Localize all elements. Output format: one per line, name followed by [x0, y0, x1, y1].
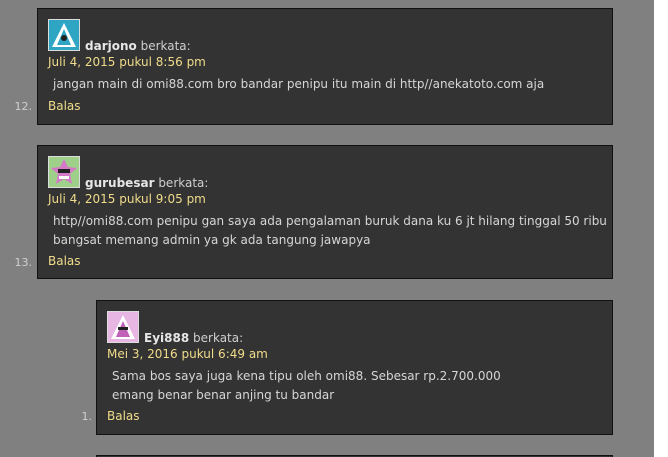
reply-link[interactable]: Balas [48, 254, 81, 268]
says-label: berkata: [158, 176, 209, 190]
comment-author[interactable]: darjono [85, 39, 137, 53]
comment-author[interactable]: Eyi888 [144, 331, 189, 345]
avatar-icon [49, 20, 79, 50]
comment-date-link[interactable]: Juli 4, 2015 pukul 9:05 pm [48, 192, 206, 206]
avatar-icon [108, 312, 138, 342]
comment-card: darjono berkata: Juli 4, 2015 pukul 8:56… [37, 8, 613, 125]
comment-author-line: Eyi888 berkata: [144, 331, 243, 345]
says-label: berkata: [140, 39, 191, 53]
comment-date-link[interactable]: Mei 3, 2016 pukul 6:49 am [107, 347, 268, 361]
comment-author[interactable]: gurubesar [85, 176, 154, 190]
comment-author-line: gurubesar berkata: [85, 176, 208, 190]
comment-text-line: jangan main di omi88.com bro bandar peni… [53, 77, 545, 91]
comment-number: 1. [81, 410, 93, 423]
comment-date-link[interactable]: Juli 4, 2015 pukul 8:56 pm [48, 55, 206, 69]
comment-text-line: bangsat memang admin ya gk ada tangung j… [53, 233, 371, 247]
avatar-icon [49, 157, 79, 187]
comment-number: 13. [14, 256, 33, 269]
avatar [48, 19, 80, 51]
scrollbar-track[interactable] [654, 0, 668, 457]
reply-link[interactable]: Balas [48, 99, 81, 113]
comments-page: darjono berkata: Juli 4, 2015 pukul 8:56… [0, 0, 668, 457]
comment-card: Eyi888 berkata: Mei 3, 2016 pukul 6:49 a… [96, 300, 613, 435]
says-label: berkata: [193, 331, 244, 345]
avatar [48, 156, 80, 188]
comment-author-line: darjono berkata: [85, 39, 191, 53]
reply-link[interactable]: Balas [107, 409, 140, 423]
comment-text-line: emang benar benar anjing tu bandar [112, 388, 335, 402]
comment-text-line: Sama bos saya juga kena tipu oleh omi88.… [112, 369, 501, 383]
comment-text-line: http//omi88.com penipu gan saya ada peng… [53, 214, 607, 228]
comment-number: 12. [14, 100, 33, 113]
comment-card: gurubesar berkata: Juli 4, 2015 pukul 9:… [37, 145, 613, 279]
avatar [107, 311, 139, 343]
